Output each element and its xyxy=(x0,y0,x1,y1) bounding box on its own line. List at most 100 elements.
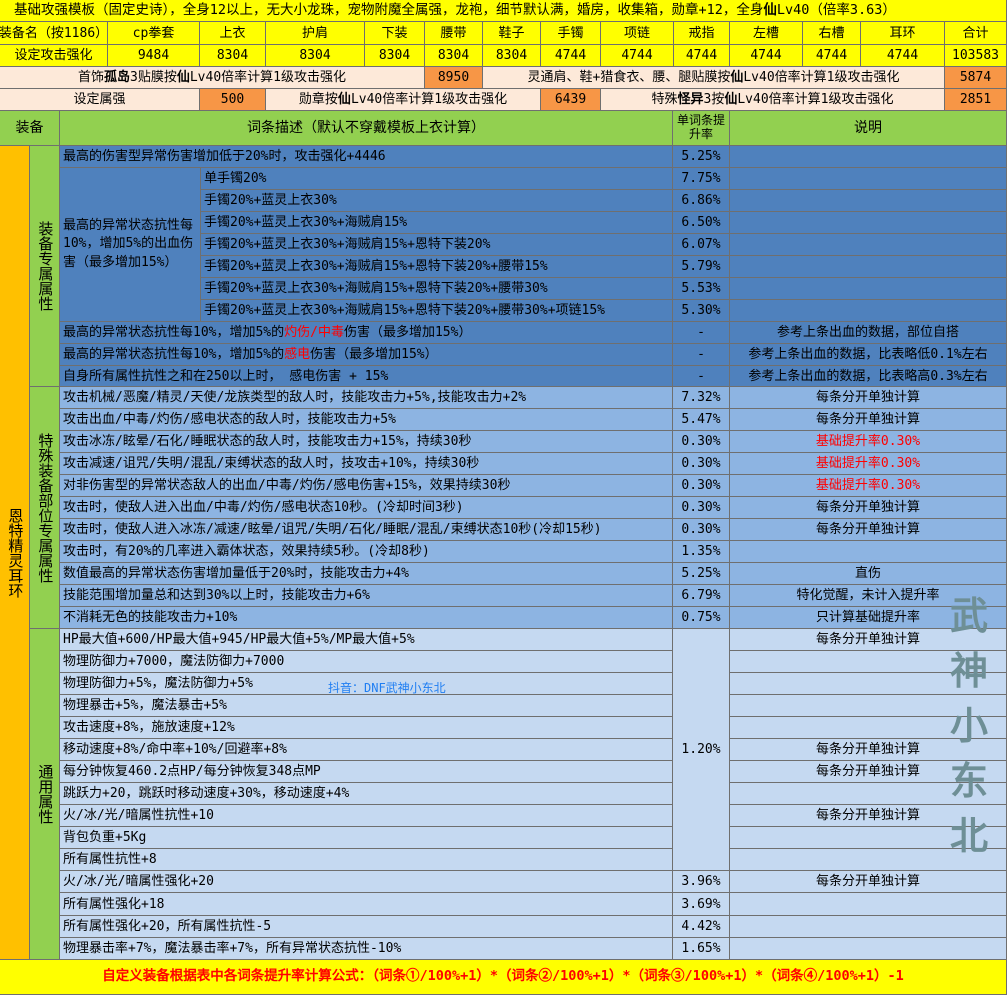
g3-merged-rate: 1.20% xyxy=(673,629,730,871)
g3-row-desc: 所有属性抗性+8 xyxy=(60,849,673,871)
g1-row-desc: 最高的异常状态抗性每10%，增加5%的 灼伤/中毒 伤害（最多增加15%） xyxy=(60,322,673,344)
slot-name: 耳环 xyxy=(861,22,945,45)
slot-name: 鞋子 xyxy=(483,22,541,45)
g3-tail-note: 每条分开单独计算 xyxy=(730,871,1007,893)
g3-tail-rate: 3.69% xyxy=(673,893,730,916)
g2-row-desc: 攻击冰冻/眩晕/石化/睡眠状态的敌人时，技能攻击力+15%，持续30秒 xyxy=(60,431,673,453)
title-post: Lv40（倍率3.63） xyxy=(776,1,896,18)
g1-row-rate: 5.25% xyxy=(673,146,730,168)
g1-row-note xyxy=(730,146,1007,168)
attack-value: 4744 xyxy=(674,45,730,67)
bleed-note xyxy=(730,190,1007,212)
text-bold: 仙 xyxy=(337,92,351,107)
equip-name-cell: 恩特精灵耳环 xyxy=(0,146,30,960)
g1-row-desc: 自身所有属性抗性之和在250以上时， 感电伤害 + 15% xyxy=(60,366,673,387)
medal-label: 勋章按仙 Lv40倍率计算1级攻击强化 xyxy=(266,89,541,111)
g2-row-desc: 攻击时，使敌人进入冰冻/减速/眩晕/诅咒/失明/石化/睡眠/混乱/束缚状态10秒… xyxy=(60,519,673,541)
attack-value: 4744 xyxy=(803,45,861,67)
attack-value: 8304 xyxy=(483,45,541,67)
g1-row-rate: - xyxy=(673,344,730,366)
attack-value: 8304 xyxy=(365,45,425,67)
g3-tail-rate: 4.42% xyxy=(673,916,730,938)
g3-tail-rate: 3.96% xyxy=(673,871,730,893)
g2-row-desc: 攻击出血/中毒/灼伤/感电状态的敌人时，技能攻击力+5% xyxy=(60,409,673,431)
text-part: 3按 xyxy=(703,92,725,107)
attack-value: 4744 xyxy=(601,45,674,67)
text-part: 最高的异常状态抗性每10%，增加5%的 xyxy=(63,325,285,340)
attack-value: 4744 xyxy=(541,45,601,67)
watermark-char: 东 xyxy=(949,758,988,803)
text-bold: 孤岛 xyxy=(104,70,131,85)
bleed-rate: 6.07% xyxy=(673,234,730,256)
slot-name: 上衣 xyxy=(200,22,266,45)
g3-tail-desc: 物理暴击率+7%，魔法暴击率+7%，所有异常状态抗性-10% xyxy=(60,938,673,960)
g3-row-desc: HP最大值+600/HP最大值+945/HP最大值+5%/MP最大值+5% xyxy=(60,629,673,651)
attack-value: 9484 xyxy=(108,45,200,67)
text-bold: 仙 xyxy=(724,92,738,107)
group-equip-exclusive: 装备专属属性 xyxy=(30,146,60,387)
text-part: 特殊 xyxy=(651,92,678,107)
slot-row-label: 装备名（按1186） xyxy=(0,22,108,45)
g3-row-desc: 物理暴击+5%，魔法暴击+5% xyxy=(60,695,673,717)
g3-row-desc: 背包负重+5Kg xyxy=(60,827,673,849)
g2-row-note: 每条分开单独计算 xyxy=(730,409,1007,431)
text-bold: 怪异 xyxy=(677,92,704,107)
slot-name: cp拳套 xyxy=(108,22,200,45)
g3-tail-note xyxy=(730,893,1007,916)
attack-total: 103583 xyxy=(945,45,1007,67)
slot-name: 腰带 xyxy=(425,22,483,45)
armor-film-label: 灵通肩、鞋+猎食衣、腰、腿贴膜按仙 Lv40倍率计算1级攻击强化 xyxy=(483,67,945,89)
bleed-note xyxy=(730,212,1007,234)
text-part: Lv40倍率计算1级攻击强化 xyxy=(737,92,894,107)
g3-tail-note xyxy=(730,938,1007,960)
watermark-char: 北 xyxy=(949,813,988,858)
medal-value: 6439 xyxy=(541,89,601,111)
accessory-film-label: 首饰 孤岛 3贴膜按仙 Lv40倍率计算1级攻击强化 xyxy=(0,67,425,89)
bleed-condition: 手镯20%+蓝灵上衣30%+海贼肩15% xyxy=(201,212,673,234)
g2-row-note xyxy=(730,541,1007,563)
equip-name: 恩特精灵耳环 xyxy=(6,507,25,598)
g2-row-note: 每条分开单独计算 xyxy=(730,387,1007,409)
text-part: 伤害（最多增加15%） xyxy=(310,347,438,362)
g3-row-desc: 移动速度+8%/命中率+10%/回避率+8% xyxy=(60,739,673,761)
g2-row-rate: 0.75% xyxy=(673,607,730,629)
g2-row-note: 基础提升率0.30% xyxy=(730,431,1007,453)
g2-row-note: 基础提升率0.30% xyxy=(730,453,1007,475)
title-pre: 基础攻强模板（固定史诗），全身12以上，无大小龙珠，宠物附魔全属强，龙袍，细节默… xyxy=(14,1,764,18)
g2-row-rate: 0.30% xyxy=(673,431,730,453)
group-special-slot: 特殊装备部位专属属性 xyxy=(30,387,60,629)
slot-name: 项链 xyxy=(601,22,674,45)
text-part: Lv40倍率计算1级攻击强化 xyxy=(350,92,508,107)
watermark-char: 神 xyxy=(949,648,988,693)
element-label: 设定属强 xyxy=(0,89,200,111)
bleed-note xyxy=(730,168,1007,190)
bleed-condition: 手镯20%+蓝灵上衣30%+海贼肩15%+恩特下装20%+腰带30%+项链15% xyxy=(201,300,673,322)
g2-row-rate: 5.25% xyxy=(673,563,730,585)
g1-row-note: 参考上条出血的数据，部位自搭 xyxy=(730,322,1007,344)
armor-film-value: 5874 xyxy=(945,67,1007,89)
text-bold: 仙 xyxy=(176,70,190,85)
bleed-condition: 手镯20%+蓝灵上衣30%+海贼肩15%+恩特下装20%+腰带15% xyxy=(201,256,673,278)
bleed-rate: 6.86% xyxy=(673,190,730,212)
g1-row-note: 参考上条出血的数据，比表略高0.3%左右 xyxy=(730,366,1007,387)
bleed-condition: 手镯20%+蓝灵上衣30%+海贼肩15%+恩特下装20% xyxy=(201,234,673,256)
text-bold: 仙 xyxy=(730,70,744,85)
watermark-char: 武 xyxy=(949,593,988,638)
g2-row-rate: 0.30% xyxy=(673,475,730,497)
g2-row-desc: 攻击时，有20%的几率进入霸体状态，效果持续5秒。(冷却8秒) xyxy=(60,541,673,563)
g3-tail-desc: 火/冰/光/暗属性强化+20 xyxy=(60,871,673,893)
text-part: 3贴膜按 xyxy=(130,70,177,85)
text-part: Lv40倍率计算1级攻击强化 xyxy=(743,70,900,85)
element-value: 500 xyxy=(200,89,266,111)
g2-row-rate: 0.30% xyxy=(673,497,730,519)
title-xian: 仙 xyxy=(763,1,777,18)
g2-row-desc: 数值最高的异常状态伤害增加量低于20%时，技能攻击力+4% xyxy=(60,563,673,585)
text-red: 感电 xyxy=(284,347,311,362)
special-value: 2851 xyxy=(945,89,1007,111)
g3-tail-rate: 1.65% xyxy=(673,938,730,960)
g2-row-rate: 0.30% xyxy=(673,453,730,475)
bleed-condition: 单手镯20% xyxy=(201,168,673,190)
g3-row-desc: 跳跃力+20，跳跃时移动速度+30%，移动速度+4% xyxy=(60,783,673,805)
g2-row-rate: 7.32% xyxy=(673,387,730,409)
g3-tail-note xyxy=(730,916,1007,938)
